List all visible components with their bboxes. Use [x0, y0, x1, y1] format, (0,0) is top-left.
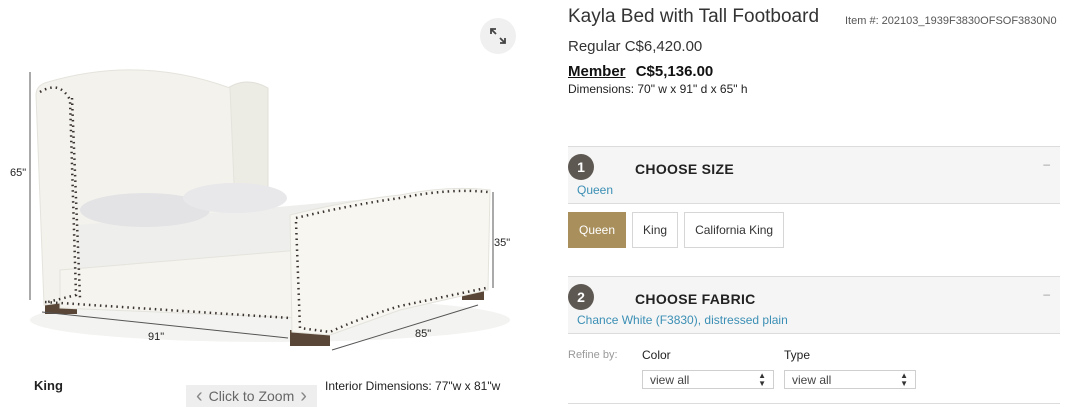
choose-size-header[interactable]: 1 CHOOSE SIZE – Queen [568, 146, 1060, 204]
section-title: CHOOSE SIZE [635, 161, 734, 177]
refine-label: Refine by: [568, 349, 618, 361]
step-number-badge: 1 [568, 154, 594, 180]
member-price-value: C$5,136.00 [635, 63, 714, 80]
color-filter-select[interactable]: view all ▲ ▼ [642, 370, 774, 389]
collapse-icon[interactable]: – [1043, 287, 1050, 301]
divider [568, 403, 1060, 404]
choose-fabric-header[interactable]: 2 CHOOSE FABRIC – Chance White (F3830), … [568, 276, 1060, 334]
size-options: Queen King California King [568, 212, 785, 248]
dimension-width: 85" [415, 328, 432, 340]
product-image-area: 65" 35" 91" 85" King ‹ Click to Zoom › I… [0, 0, 540, 407]
member-link[interactable]: Member [568, 63, 626, 80]
product-title: Kayla Bed with Tall Footboard [568, 6, 820, 27]
dimension-height: 65" [10, 167, 27, 179]
item-number: Item #: 202103_1939F3830OFSOF3830N0 [845, 15, 1057, 27]
size-option-california-king[interactable]: California King [684, 212, 785, 248]
type-filter-select[interactable]: view all ▲ ▼ [784, 370, 916, 389]
type-filter-label: Type [784, 348, 811, 362]
regular-price: Regular C$6,420.00 [568, 38, 703, 55]
selected-fabric: Chance White (F3830), distressed plain [577, 313, 788, 327]
color-filter-value: view all [650, 372, 690, 387]
bed-illustration[interactable] [0, 0, 540, 380]
interior-dimensions: Interior Dimensions: 77"w x 81"w [325, 379, 501, 393]
click-to-zoom[interactable]: ‹ Click to Zoom › [186, 385, 317, 407]
select-arrows-icon: ▲ ▼ [758, 370, 766, 388]
product-dimensions: Dimensions: 70" w x 91" d x 65" h [568, 82, 748, 96]
expand-image-button[interactable] [480, 18, 516, 54]
dimension-footboard-height: 35" [494, 237, 511, 249]
section-title: CHOOSE FABRIC [635, 291, 756, 307]
expand-icon [490, 28, 506, 44]
chevron-right-icon[interactable]: › [300, 386, 307, 406]
step-number-badge: 2 [568, 284, 594, 310]
zoom-label: Click to Zoom [208, 388, 295, 404]
select-arrows-icon: ▲ ▼ [900, 370, 908, 388]
color-filter-label: Color [642, 348, 671, 362]
selected-size: Queen [577, 183, 614, 197]
image-size-caption: King [34, 378, 63, 393]
size-option-king[interactable]: King [632, 212, 679, 248]
type-filter-value: view all [792, 372, 832, 387]
chevron-left-icon[interactable]: ‹ [196, 386, 203, 406]
size-option-queen[interactable]: Queen [568, 212, 627, 248]
dimension-length: 91" [148, 331, 165, 343]
member-price: Member C$5,136.00 [568, 63, 713, 80]
collapse-icon[interactable]: – [1043, 157, 1050, 171]
